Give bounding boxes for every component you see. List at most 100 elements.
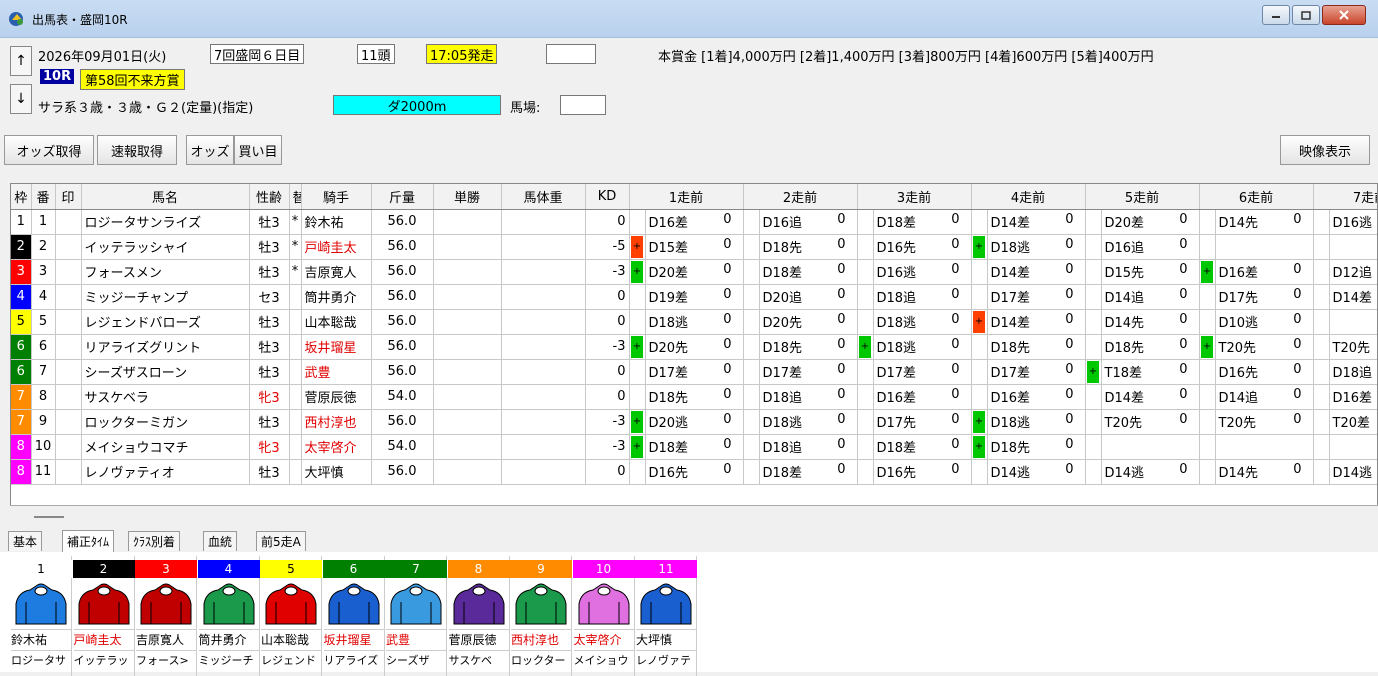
past-race-1[interactable]: D18逃 0 xyxy=(645,309,744,335)
horse-name[interactable]: ロックターミガン xyxy=(81,409,250,435)
col-header-13[interactable]: 3走前 xyxy=(857,184,972,210)
tab-2[interactable]: ｸﾗｽ別着 xyxy=(128,531,181,551)
tab-4[interactable]: 前5走A xyxy=(256,531,306,551)
jockey-name[interactable]: 菅原辰徳 xyxy=(301,384,372,410)
past-race-3[interactable]: D17差 0 xyxy=(873,359,972,385)
past-race-2[interactable]: D16追 0 xyxy=(759,209,858,235)
past-race-7[interactable]: T20先0 xyxy=(1329,334,1377,360)
past-race-3[interactable]: D18逃 0 xyxy=(873,334,972,360)
minimize-button[interactable] xyxy=(1262,5,1290,25)
past-race-3[interactable]: D18差 0 xyxy=(873,209,972,235)
col-header-2[interactable]: 印 xyxy=(55,184,82,210)
past-race-4[interactable]: D14差 0 xyxy=(987,309,1086,335)
past-race-1[interactable]: D16先 0 xyxy=(645,459,744,485)
mark-cell[interactable] xyxy=(55,334,82,360)
past-race-5[interactable]: D16追 0 xyxy=(1101,234,1200,260)
sokuhou-get-button[interactable]: 速報取得 xyxy=(97,135,177,165)
past-race-5[interactable]: D14先 0 xyxy=(1101,309,1200,335)
jockey-name[interactable]: 西村淳也 xyxy=(301,409,372,435)
past-race-1[interactable]: D16差 0 xyxy=(645,209,744,235)
jockey-name[interactable]: 戸崎圭太 xyxy=(301,234,372,260)
past-race-6[interactable]: T20先 0 xyxy=(1215,409,1314,435)
mark-cell[interactable] xyxy=(55,434,82,460)
jockey-name[interactable]: 太宰啓介 xyxy=(301,434,372,460)
mark-cell[interactable] xyxy=(55,459,82,485)
table-row[interactable]: 8 11 レノヴァティオ 牡3 大坪慎 56.0 0 D16先 0 D18差 0 D16先 0 D14逃 0… xyxy=(11,459,1377,485)
col-header-12[interactable]: 2走前 xyxy=(743,184,858,210)
past-race-3[interactable]: D17先 0 xyxy=(873,409,972,435)
mark-cell[interactable] xyxy=(55,259,82,285)
past-race-4[interactable]: D14差 0 xyxy=(987,259,1086,285)
past-race-7[interactable]: D18追0 xyxy=(1329,359,1377,385)
past-race-7[interactable]: D16逃0 xyxy=(1329,209,1377,235)
table-row[interactable]: 1 1 ロジータサンライズ 牡3 * 鈴木祐 56.0 0 D16差 0 D16追 0 D18差 0 D14… xyxy=(11,209,1377,235)
past-race-4[interactable]: D18先 0 xyxy=(987,434,1086,460)
past-race-5[interactable] xyxy=(1101,434,1200,460)
horse-name[interactable]: レノヴァティオ xyxy=(81,459,250,485)
col-header-8[interactable]: 単勝 xyxy=(433,184,502,210)
prev-race-button[interactable]: ↑ xyxy=(10,46,32,76)
past-race-7[interactable]: T20差0 xyxy=(1329,409,1377,435)
past-race-6[interactable]: D17先 0 xyxy=(1215,284,1314,310)
table-row[interactable]: 4 4 ミッジーチャンプ セ3 筒井勇介 56.0 0 D19差 0 D20追 0 D18追 0 D17差… xyxy=(11,284,1377,310)
horse-name[interactable]: ロジータサンライズ xyxy=(81,209,250,235)
jockey-name[interactable]: 筒井勇介 xyxy=(301,284,372,310)
mark-cell[interactable] xyxy=(55,284,82,310)
table-row[interactable]: 7 8 サスケベラ 牝3 菅原辰徳 54.0 0 D18先 0 D18追 0 D16差 0 D16差 0 D1… xyxy=(11,384,1377,410)
table-row[interactable]: 6 6 リアライズグリント 牡3 坂井瑠星 56.0 -3 + D20先 0 D18先 0 + D18逃 0… xyxy=(11,334,1377,360)
tab-3[interactable]: 血統 xyxy=(203,531,238,551)
past-race-4[interactable]: D18逃 0 xyxy=(987,409,1086,435)
past-race-6[interactable]: T20先 0 xyxy=(1215,334,1314,360)
past-race-2[interactable]: D20先 0 xyxy=(759,309,858,335)
mark-cell[interactable] xyxy=(55,359,82,385)
past-race-1[interactable]: D20差 0 xyxy=(645,259,744,285)
jockey-name[interactable]: 大坪慎 xyxy=(301,459,372,485)
horse-name[interactable]: サスケベラ xyxy=(81,384,250,410)
past-race-2[interactable]: D18差 0 xyxy=(759,259,858,285)
horse-name[interactable]: レジェンドバローズ xyxy=(81,309,250,335)
table-row[interactable]: 3 3 フォースメン 牡3 * 吉原寛人 56.0 -3 + D20差 0 D18差 0 D16逃 0 D14… xyxy=(11,259,1377,285)
horse-name[interactable]: メイショウコマチ xyxy=(81,434,250,460)
past-race-4[interactable]: D18先 0 xyxy=(987,334,1086,360)
past-race-2[interactable]: D18逃 0 xyxy=(759,409,858,435)
past-race-4[interactable]: D14差 0 xyxy=(987,209,1086,235)
col-header-0[interactable]: 枠 xyxy=(11,184,32,210)
horse-name[interactable]: シーズザスローン xyxy=(81,359,250,385)
past-race-6[interactable]: D16先 0 xyxy=(1215,359,1314,385)
col-header-6[interactable]: 騎手 xyxy=(301,184,372,210)
past-race-2[interactable]: D18先 0 xyxy=(759,234,858,260)
table-row[interactable]: 2 2 イッテラッシャイ 牡3 * 戸崎圭太 56.0 -5 + D15差 0 D18先 0 D16先 0 +… xyxy=(11,234,1377,260)
past-race-2[interactable]: D18先 0 xyxy=(759,334,858,360)
past-race-2[interactable]: D20追 0 xyxy=(759,284,858,310)
tab-0[interactable]: 基本 xyxy=(8,531,43,551)
mark-cell[interactable] xyxy=(55,384,82,410)
past-race-4[interactable]: D18逃 0 xyxy=(987,234,1086,260)
horse-name[interactable]: イッテラッシャイ xyxy=(81,234,250,260)
past-race-5[interactable]: D14逃 0 xyxy=(1101,459,1200,485)
past-race-3[interactable]: D16先 0 xyxy=(873,459,972,485)
past-race-6[interactable]: D10逃 0 xyxy=(1215,309,1314,335)
table-row[interactable]: 6 7 シーズザスローン 牡3 武豊 56.0 0 D17差 0 D17差 0 D17差 0 D17差 0 +… xyxy=(11,359,1377,385)
col-header-16[interactable]: 6走前 xyxy=(1199,184,1314,210)
kaime-button[interactable]: 買い目 xyxy=(234,135,282,165)
mark-cell[interactable] xyxy=(55,209,82,235)
maximize-button[interactable] xyxy=(1292,5,1320,25)
col-header-4[interactable]: 性齢 xyxy=(249,184,290,210)
past-race-3[interactable]: D18追 0 xyxy=(873,284,972,310)
past-race-5[interactable]: T18差 0 xyxy=(1101,359,1200,385)
video-button[interactable]: 映像表示 xyxy=(1280,135,1370,165)
col-header-17[interactable]: 7走前 xyxy=(1313,184,1377,210)
table-row[interactable]: 8 10 メイショウコマチ 牝3 太宰啓介 54.0 -3 + D18差 0 D18追 0 D18差 0 +… xyxy=(11,434,1377,460)
mark-cell[interactable] xyxy=(55,309,82,335)
odds-get-button[interactable]: オッズ取得 xyxy=(4,135,94,165)
past-race-6[interactable]: D14先 0 xyxy=(1215,209,1314,235)
past-race-3[interactable]: D16差 0 xyxy=(873,384,972,410)
past-race-7[interactable] xyxy=(1329,434,1377,460)
past-race-6[interactable] xyxy=(1215,434,1314,460)
odds-button[interactable]: オッズ xyxy=(186,135,234,165)
past-race-3[interactable]: D18差 0 xyxy=(873,434,972,460)
col-header-5[interactable]: 替 xyxy=(289,184,302,210)
col-header-9[interactable]: 馬体重 xyxy=(501,184,586,210)
past-race-4[interactable]: D17差 0 xyxy=(987,284,1086,310)
past-race-1[interactable]: D18先 0 xyxy=(645,384,744,410)
